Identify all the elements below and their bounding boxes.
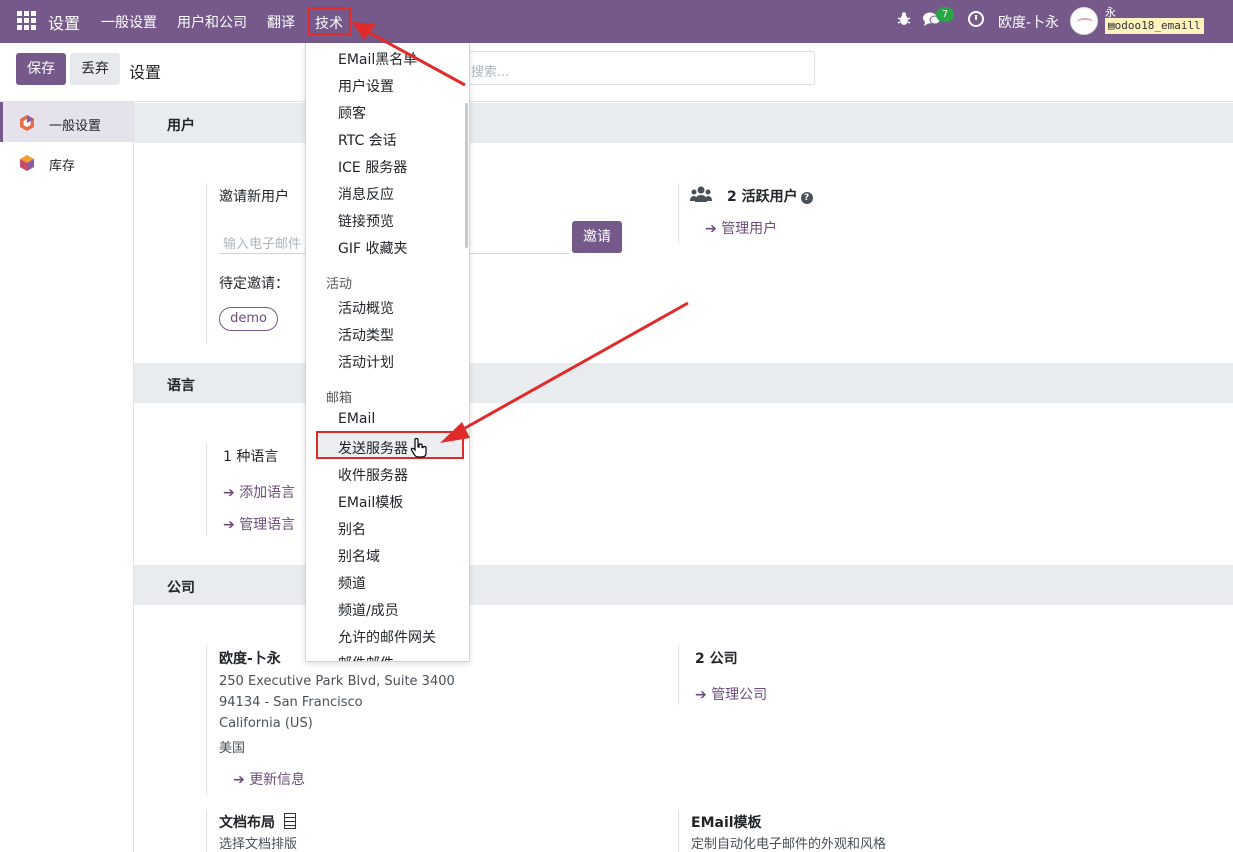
invite-button[interactable]: 邀请: [572, 221, 622, 253]
menu-item-incoming-mail-servers[interactable]: 收件服务器: [338, 465, 408, 485]
pending-invites-label: 待定邀请：: [219, 276, 289, 292]
pending-invite-tag[interactable]: demo: [219, 307, 278, 331]
user-avatar[interactable]: [1070, 7, 1098, 35]
menu-technical[interactable]: 技术: [308, 7, 351, 35]
language-count: 1 种语言: [223, 449, 279, 465]
menu-translations[interactable]: 翻译: [267, 12, 295, 32]
menu-item-user-settings[interactable]: 用户设置: [338, 76, 394, 96]
active-users-count: 2 活跃用户?: [727, 186, 813, 206]
manage-languages-link[interactable]: 管理语言: [223, 514, 295, 534]
company-count: 2 公司: [695, 651, 738, 667]
email-template-title: EMail模板: [691, 815, 762, 831]
add-language-link[interactable]: 添加语言: [223, 482, 295, 502]
section-title: 用户: [167, 118, 195, 134]
building-icon: [283, 813, 296, 829]
debug-bug-icon[interactable]: [897, 11, 911, 31]
odoo-settings-logo-icon: [20, 115, 34, 131]
setting-divider: [678, 645, 679, 705]
menu-item-message-reactions[interactable]: 消息反应: [338, 184, 394, 204]
app-brand[interactable]: 设置: [48, 10, 80, 34]
menu-item-channels[interactable]: 频道: [338, 573, 366, 593]
section-header-languages: 语言: [134, 363, 1233, 403]
setting-divider: [678, 810, 679, 852]
help-question-icon[interactable]: ?: [800, 192, 813, 204]
chat-count-badge: 7: [936, 7, 954, 22]
setting-divider: [678, 183, 679, 243]
menu-item-ice-servers[interactable]: ICE 服务器: [338, 157, 407, 177]
sidebar-item-inventory[interactable]: 库存: [0, 142, 133, 182]
menu-item-activity-plans[interactable]: 活动计划: [338, 352, 394, 372]
menu-users-companies[interactable]: 用户和公司: [177, 12, 247, 32]
menu-item-emails[interactable]: EMail: [338, 411, 375, 427]
email-placeholder: 输入电子邮件: [223, 237, 302, 252]
control-panel: 保存 丢弃 设置 搜索...: [0, 43, 1233, 102]
company-address-line: California (US): [219, 716, 313, 731]
technical-dropdown-menu: EMail黑名单 用户设置 顾客 RTC 会话 ICE 服务器 消息反应 链接预…: [305, 43, 470, 662]
section-title: 公司: [167, 580, 195, 596]
menu-item-rtc-sessions[interactable]: RTC 会话: [338, 130, 397, 150]
inventory-logo-icon: [20, 155, 34, 171]
section-header-companies: 公司: [134, 565, 1233, 605]
company-name-label: 欧度-卜永: [219, 651, 281, 667]
setting-divider: [206, 183, 207, 343]
menu-item-activity-overview[interactable]: 活动概览: [338, 298, 394, 318]
company-address-line: 250 Executive Park Blvd, Suite 3400: [219, 674, 455, 689]
search-input[interactable]: 搜索...: [460, 51, 815, 85]
database-badge: ▤odoo18_emaill: [1105, 18, 1204, 34]
company-address-line: 94134 - San Francisco: [219, 695, 363, 710]
menu-group-activity: 活动: [326, 277, 353, 292]
document-layout-text: 文档布局: [219, 815, 275, 831]
apps-grid-icon[interactable]: [17, 11, 36, 30]
menu-item-email-templates[interactable]: EMail模板: [338, 492, 403, 512]
page-title: 设置: [129, 63, 162, 82]
company-switcher[interactable]: 欧度-卜永: [998, 12, 1059, 32]
section-title: 语言: [167, 378, 195, 394]
menu-general-settings[interactable]: 一般设置: [101, 12, 157, 32]
menu-item-email-blacklist[interactable]: EMail黑名单: [338, 49, 417, 69]
setting-divider: [206, 810, 207, 852]
menu-item-outgoing-mail-servers[interactable]: 发送服务器: [338, 438, 408, 458]
menu-item-activity-types[interactable]: 活动类型: [338, 325, 394, 345]
menu-group-mail: 邮箱: [326, 391, 353, 406]
active-users-text: 2 活跃用户: [727, 189, 798, 205]
invite-user-label: 邀请新用户: [219, 189, 289, 205]
discard-button[interactable]: 丢弃: [70, 53, 120, 85]
document-layout-title: 文档布局: [219, 812, 296, 832]
database-icon: ▤: [1108, 19, 1115, 32]
menu-item-allowed-gateways[interactable]: 允许的邮件网关: [338, 627, 436, 647]
document-layout-desc: 选择文档排版: [219, 837, 298, 852]
menu-item-channel-members[interactable]: 频道/成员: [338, 600, 399, 620]
setting-divider: [206, 443, 207, 535]
save-button[interactable]: 保存: [16, 53, 66, 85]
menu-item-aliases[interactable]: 别名: [338, 519, 366, 539]
sidebar-item-general-settings[interactable]: 一般设置: [0, 102, 133, 142]
manage-users-link[interactable]: 管理用户: [705, 218, 777, 238]
users-group-icon: [690, 186, 712, 202]
manage-companies-link[interactable]: 管理公司: [695, 684, 767, 704]
menu-item-gif-favorites[interactable]: GIF 收藏夹: [338, 238, 407, 258]
top-navbar: 设置 一般设置 用户和公司 翻译 技术 7 欧度-卜永 永 ▤odoo18_em…: [0, 0, 1233, 43]
menu-item-guests[interactable]: 顾客: [338, 103, 366, 123]
sidebar-label: 库存: [49, 159, 76, 174]
menu-item-link-previews[interactable]: 链接预览: [338, 211, 394, 231]
sidebar-label: 一般设置: [49, 119, 102, 134]
dropdown-scrollbar[interactable]: [465, 103, 468, 248]
setting-divider: [206, 645, 207, 795]
settings-sidebar: 一般设置 库存: [0, 102, 134, 852]
menu-item-alias-domains[interactable]: 别名域: [338, 546, 380, 566]
search-placeholder: 搜索...: [471, 65, 510, 80]
menu-item-mail-mail[interactable]: 邮件邮件: [338, 653, 394, 661]
update-info-link[interactable]: 更新信息: [233, 769, 305, 789]
company-address-line: 美国: [219, 741, 246, 756]
email-template-desc: 定制自动化电子邮件的外观和风格: [691, 837, 887, 852]
database-name: odoo18_emaill: [1114, 19, 1201, 32]
activity-clock-icon[interactable]: [968, 11, 984, 27]
section-header-users: 用户: [134, 103, 1233, 143]
